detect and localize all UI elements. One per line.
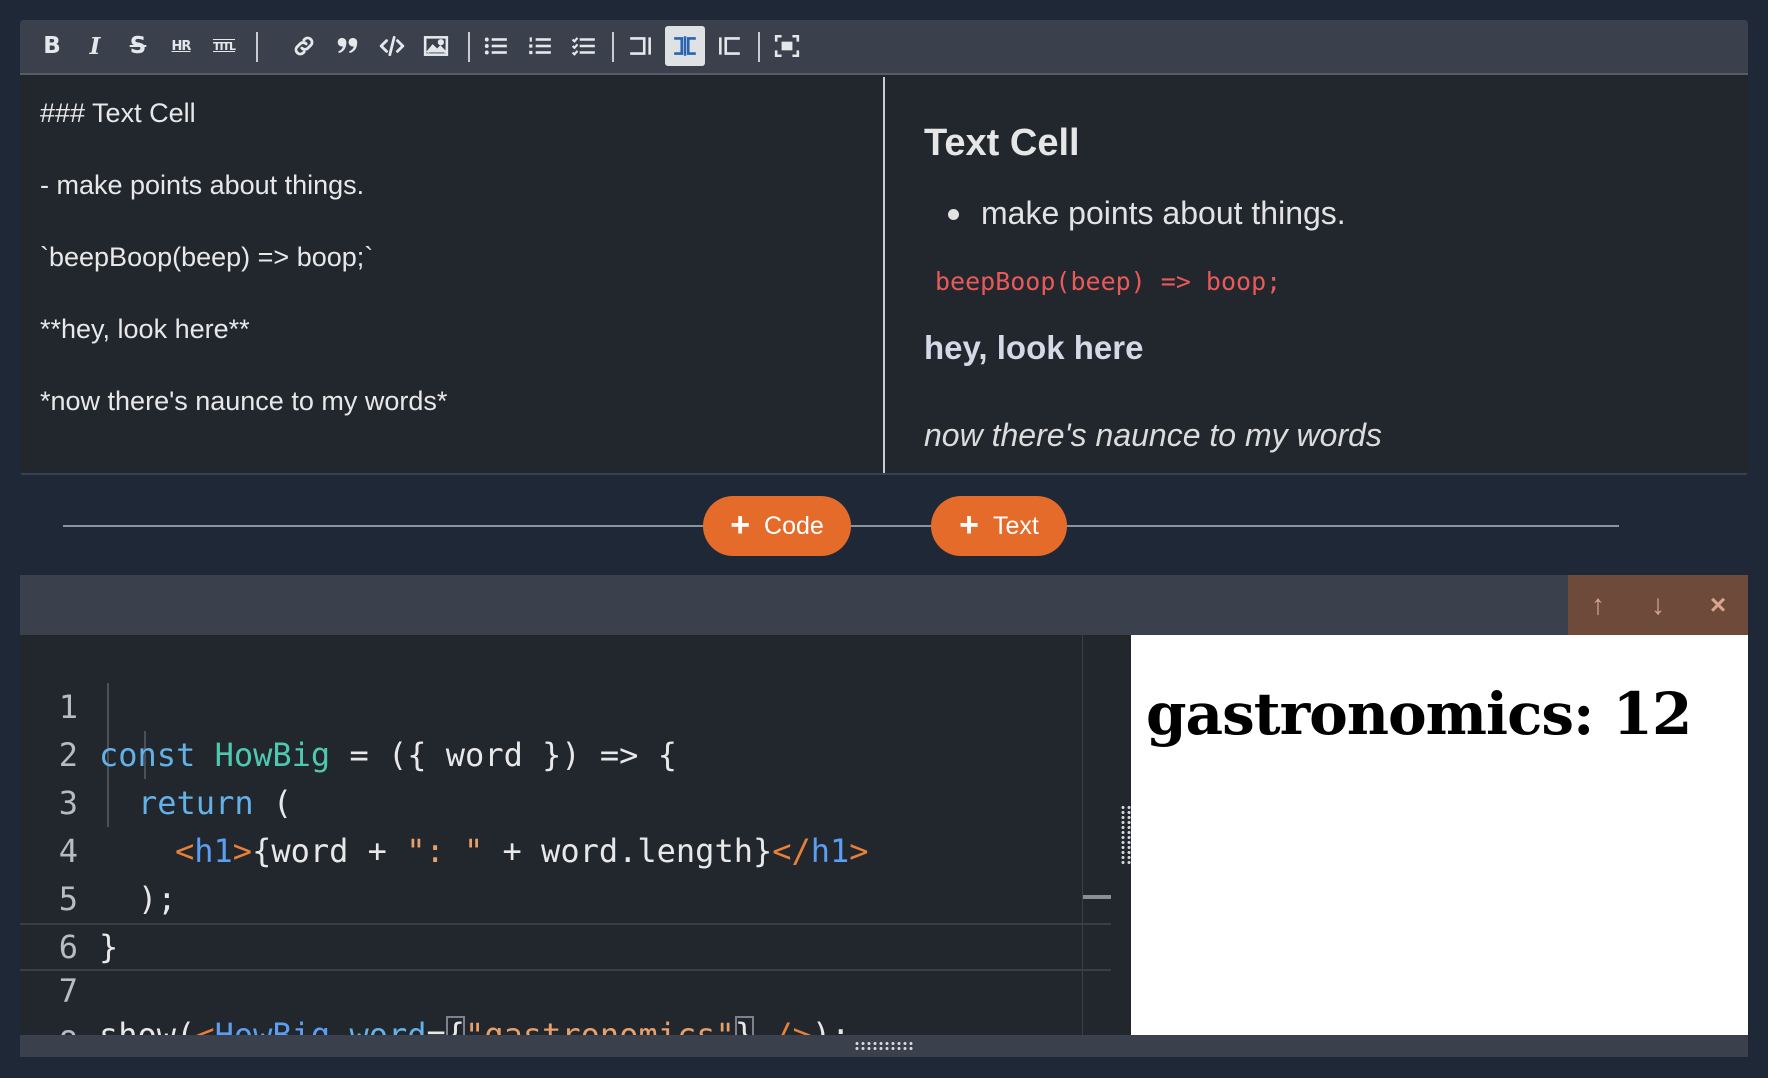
close-icon[interactable]: × <box>1698 589 1738 621</box>
title-button[interactable]: TITL <box>204 26 244 66</box>
code-editor[interactable]: 1 const HowBig = ({ word }) => { 2 retur… <box>20 635 1111 1035</box>
move-down-icon[interactable]: ↓ <box>1638 589 1678 621</box>
bullet-icon <box>948 209 959 220</box>
editor-scrollbar[interactable] <box>1082 635 1083 1035</box>
code-icon <box>379 35 405 57</box>
strikethrough-button[interactable]: S <box>118 26 158 66</box>
code-output: gastronomics: 12 <box>1131 635 1748 1035</box>
plus-icon: + <box>959 505 979 544</box>
code-cell-resize-handle[interactable] <box>20 1035 1748 1057</box>
preview-heading: Text Cell <box>924 122 1080 164</box>
toolbar-divider <box>612 32 614 62</box>
preview-italic-text: now there's naunce to my words <box>924 417 1382 453</box>
preview-bold-text: hey, look here <box>924 329 1144 366</box>
preview-bullet-item: make points about things. <box>948 195 1346 232</box>
markdown-source-editor[interactable]: ### Text Cell - make points about things… <box>20 77 885 473</box>
toolbar-divider <box>256 32 258 62</box>
title-icon: TITL <box>212 39 236 53</box>
quote-button[interactable] <box>328 26 368 66</box>
bulleted-list-button[interactable] <box>476 26 516 66</box>
text-cell: B I S HR TITL ### Text Cell - make point… <box>20 20 1748 475</box>
hr-icon: HR <box>171 38 192 54</box>
code-cell: ↑ ↓ × 1 const HowBig = ({ word }) => { 2… <box>20 575 1748 1057</box>
add-text-label: Text <box>993 511 1039 540</box>
bold-icon: B <box>43 33 61 59</box>
md-source-line: ### Text Cell <box>40 98 196 128</box>
md-source-line: - make points about things. <box>40 170 365 200</box>
code-cell-header: ↑ ↓ × <box>20 575 1748 635</box>
preview-inline-code: beepBoop(beep) => boop; <box>935 267 1282 296</box>
toolbar-divider <box>758 32 760 62</box>
cell-controls: ↑ ↓ × <box>1568 575 1748 635</box>
code-line: 9 <box>20 1019 1111 1035</box>
link-icon <box>294 36 314 56</box>
code-line: 5 } <box>20 827 1111 966</box>
md-source-line: *now there's naunce to my words* <box>40 386 448 416</box>
fullscreen-icon <box>774 34 800 58</box>
grip-icon <box>854 1041 914 1051</box>
code-button[interactable] <box>372 26 412 66</box>
code-line: 3 <h1>{word + ": " + word.length}</h1> <box>20 731 1111 870</box>
italic-button[interactable]: I <box>75 26 115 66</box>
quote-icon <box>337 37 358 54</box>
image-button[interactable] <box>416 26 456 66</box>
edit-view-icon <box>630 37 651 55</box>
edit-only-view-button[interactable] <box>621 26 661 66</box>
add-code-cell-button[interactable]: + Code <box>703 496 851 556</box>
horizontal-rule-button[interactable]: HR <box>161 26 201 66</box>
add-code-label: Code <box>764 511 824 540</box>
code-line: 1 const HowBig = ({ word }) => { <box>20 635 1111 774</box>
toolbar-divider <box>468 32 470 62</box>
split-view-icon <box>674 36 696 56</box>
strikethrough-icon: S <box>129 33 147 59</box>
preview-bullet-text: make points about things. <box>981 195 1346 231</box>
fullscreen-button[interactable] <box>767 26 807 66</box>
markdown-toolbar: B I S HR TITL <box>20 20 1748 75</box>
code-line: 4 ); <box>20 779 1111 918</box>
add-text-cell-button[interactable]: + Text <box>931 496 1067 556</box>
code-line-current: 7 show(<HowBig word={"gastronomics"} />)… <box>20 923 1111 1035</box>
plus-icon: + <box>730 505 751 544</box>
bold-button[interactable]: B <box>32 26 72 66</box>
code-line: 2 return ( <box>20 683 1111 822</box>
output-heading: gastronomics: 12 <box>1146 680 1692 748</box>
split-view-button[interactable] <box>665 26 705 66</box>
code-line: 6 <box>20 875 1111 966</box>
text-cell-resize-handle[interactable] <box>20 473 1748 475</box>
code-line: 8 <box>20 971 1111 1035</box>
move-up-icon[interactable]: ↑ <box>1578 589 1618 621</box>
markdown-preview: Text Cell make points about things. beep… <box>887 77 1748 473</box>
preview-only-view-button[interactable] <box>709 26 749 66</box>
numbered-list-icon <box>529 37 551 55</box>
md-source-line: `beepBoop(beep) => boop;` <box>40 242 374 272</box>
md-source-line: **hey, look here** <box>40 314 250 344</box>
numbered-list-button[interactable] <box>520 26 560 66</box>
scrollbar-thumb[interactable] <box>1083 895 1111 899</box>
italic-icon: I <box>89 32 101 60</box>
image-icon <box>423 36 449 56</box>
link-button[interactable] <box>284 26 324 66</box>
checklist-icon <box>571 37 595 56</box>
bulleted-list-icon <box>484 37 507 55</box>
preview-view-icon <box>719 37 740 55</box>
checklist-button[interactable] <box>564 26 604 66</box>
